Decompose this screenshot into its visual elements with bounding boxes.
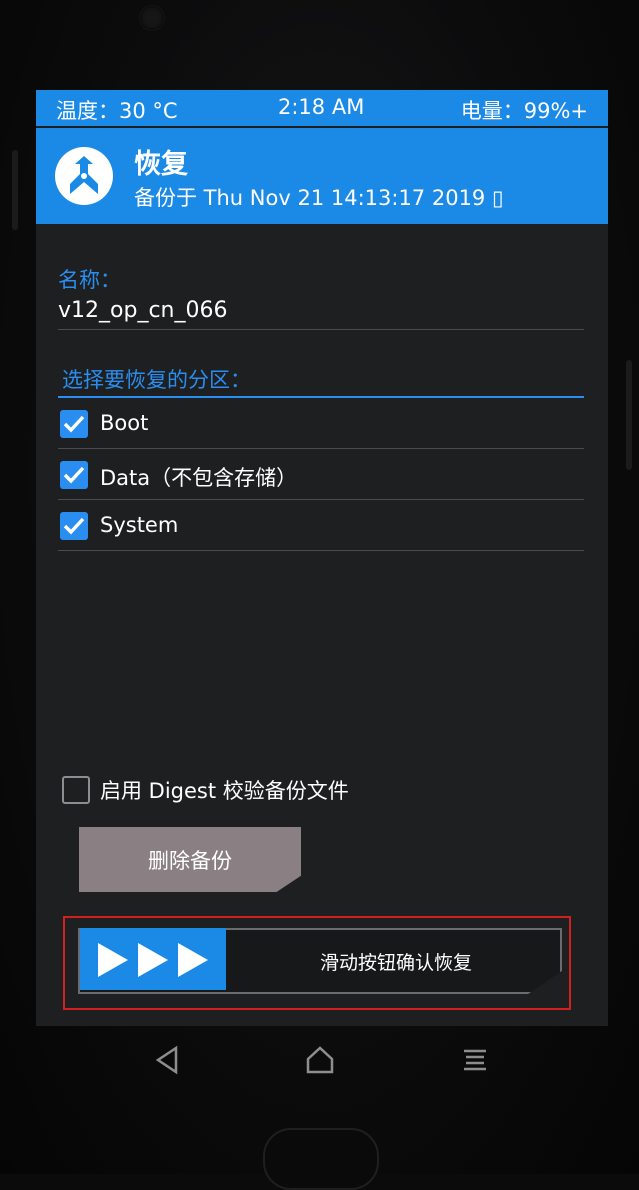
power-button — [626, 360, 632, 470]
swipe-label: 滑动按钮确认恢复 — [320, 952, 473, 974]
partition-label-boot: Boot — [100, 411, 149, 435]
front-camera — [140, 6, 164, 30]
battery-readout: 电量：99%+ — [460, 99, 588, 123]
page-header: 恢复 备份于 Thu Nov 21 14:13:17 2019 ▯ — [36, 128, 608, 224]
status-bar: 温度：30 °C 2:18 AM 电量：99%+ — [36, 90, 608, 126]
partitions-divider — [58, 396, 584, 398]
home-icon[interactable] — [300, 1042, 340, 1078]
triple-arrow-icon — [98, 943, 208, 977]
back-triangle-icon[interactable] — [148, 1042, 188, 1078]
checkbox-checked-icon[interactable] — [60, 512, 88, 540]
partition-label-data: Data（不包含存储） — [100, 466, 298, 490]
temperature-readout: 温度：30 °C — [56, 99, 178, 123]
digest-option[interactable]: 启用 Digest 校验备份文件 — [62, 773, 582, 809]
name-divider — [58, 329, 584, 330]
partitions-label: 选择要恢复的分区： — [62, 368, 251, 392]
partition-label-system: System — [100, 513, 179, 537]
backup-date: 备份于 Thu Nov 21 14:13:17 2019 ▯ — [134, 186, 504, 210]
name-label: 名称： — [58, 268, 121, 292]
checkbox-unchecked-icon[interactable] — [62, 776, 90, 804]
twrp-screen: 温度：30 °C 2:18 AM 电量：99%+ 恢复 备份于 Thu Nov … — [36, 90, 608, 1026]
menu-lines-icon[interactable] — [456, 1042, 496, 1078]
page-title: 恢复 — [134, 149, 188, 180]
digest-label: 启用 Digest 校验备份文件 — [100, 779, 349, 803]
delete-backup-button[interactable]: 删除备份 — [79, 827, 301, 892]
partition-divider — [58, 448, 584, 449]
swipe-handle[interactable] — [80, 928, 226, 990]
partition-divider — [58, 499, 584, 500]
twrp-logo-icon — [55, 147, 113, 205]
partition-item-system[interactable]: System — [60, 506, 580, 548]
clock: 2:18 AM — [278, 95, 365, 119]
volume-button — [12, 150, 18, 230]
backup-name-field[interactable]: v12_op_cn_066 — [58, 298, 227, 323]
hardware-home-button[interactable] — [263, 1128, 379, 1190]
checkbox-checked-icon[interactable] — [60, 461, 88, 489]
checkbox-checked-icon[interactable] — [60, 410, 88, 438]
partition-divider — [58, 550, 584, 551]
partition-item-data[interactable]: Data（不包含存储） — [60, 455, 580, 497]
partition-item-boot[interactable]: Boot — [60, 404, 580, 446]
navigation-bar — [36, 1030, 608, 1088]
